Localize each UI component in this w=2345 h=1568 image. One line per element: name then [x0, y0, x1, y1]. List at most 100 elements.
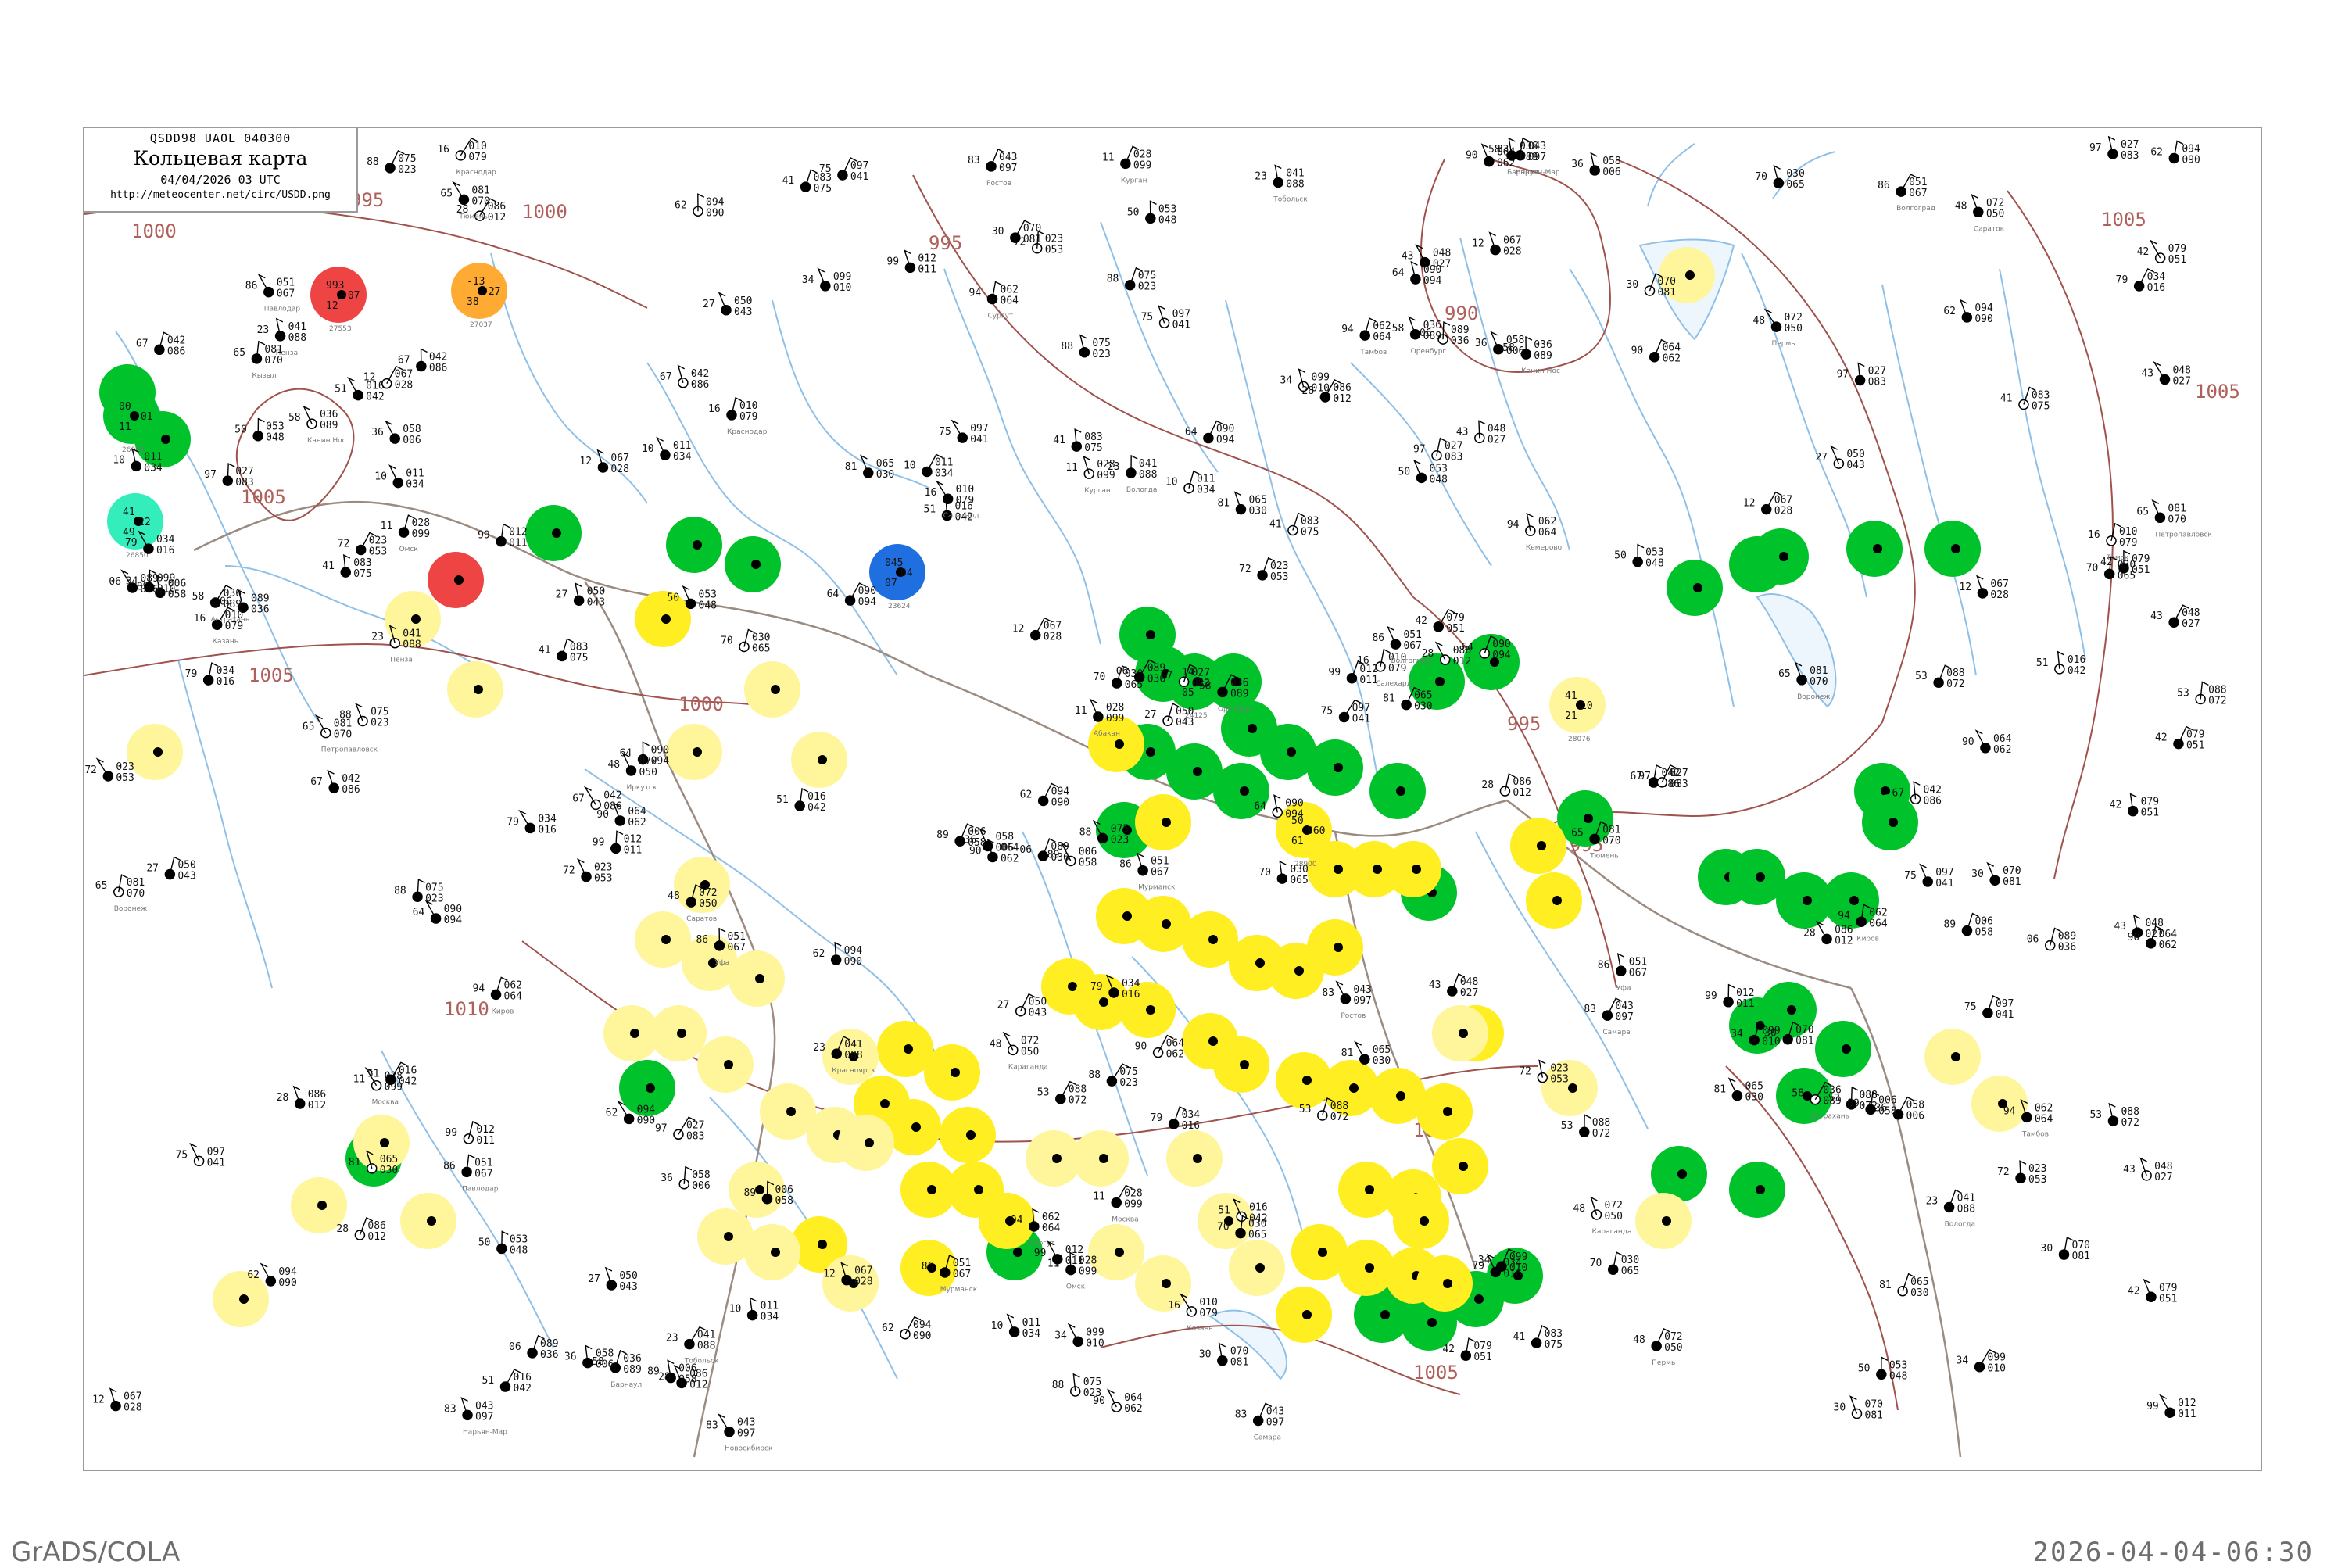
station-plot[interactable]: 051067 86 Павлодар [443, 1154, 499, 1193]
station-plot[interactable]: 050043 27 [588, 1266, 638, 1293]
station-plot[interactable]: 023053 72 [84, 757, 134, 784]
station-plot[interactable]: 027083 97 [204, 463, 254, 489]
station-plot[interactable]: 028099 11 Омск [381, 514, 430, 553]
station-plot[interactable]: 099010 34 [802, 267, 851, 294]
station-plot[interactable]: 097041 75 [1321, 699, 1370, 725]
station-plot[interactable]: 058006 36 [1571, 152, 1621, 178]
station-plot[interactable]: 023053 72 [1997, 1160, 2047, 1186]
station-plot[interactable]: 01604251 [335, 376, 385, 403]
station-plot[interactable]: 01201199 [1328, 660, 1378, 686]
station-plot[interactable]: 042086 67 [136, 331, 185, 357]
station-plot[interactable]: 070081 30 [1971, 861, 2021, 888]
station-plot[interactable]: 050043 27 [703, 292, 753, 318]
station-plot[interactable]: 050043 27 [146, 856, 196, 882]
station-plot[interactable]: 01201199 [478, 523, 528, 550]
station-plot[interactable]: 094090 62 [675, 193, 725, 219]
station-plot[interactable]: 064062 90 [1631, 338, 1681, 365]
station-plot[interactable]: 083075 41 [322, 553, 372, 580]
station-plot[interactable]: 036089 58 Оренбург [1392, 316, 1447, 356]
station-plot[interactable]: 043097 83 Самара [1235, 1402, 1284, 1442]
station-plot[interactable]: 075023 88 [1061, 334, 1111, 360]
station-plot[interactable]: 094090 62 [2150, 140, 2200, 166]
station-plot[interactable]: 062064 94 Кемерово [1507, 512, 1563, 552]
station-plot[interactable]: 050043 27 [556, 582, 605, 608]
station-plot[interactable]: 097041 75 [1141, 304, 1190, 331]
station-plot[interactable]: 01201199 [593, 830, 642, 856]
station-plot[interactable]: 081070 65 Петропавловск [2136, 499, 2212, 539]
station-plot[interactable]: 036089 58 Барнаул [1488, 137, 1538, 177]
station-plot[interactable]: 006058 89 [1847, 1091, 1897, 1117]
station-plot[interactable]: 011034 10 [642, 436, 692, 463]
station-plot[interactable]: 067028 12 [1472, 231, 1522, 258]
station-plot[interactable]: 079051 42 [1442, 1337, 1492, 1363]
station-plot[interactable]: 088072 53 [1037, 1080, 1087, 1107]
station-plot[interactable]: 01604251 [482, 1369, 532, 1394]
station-plot[interactable]: 075023 88 [1088, 1063, 1138, 1089]
station-plot[interactable]: 011034 10 [374, 464, 424, 491]
station-plot[interactable]: 090094 64 [827, 582, 877, 608]
station-plot[interactable]: 089036 06 [509, 1334, 559, 1361]
station-plot[interactable]: 097041 75 [1964, 995, 2014, 1021]
station-plot[interactable]: 079051 42 [2110, 793, 2159, 819]
station-plot[interactable]: 023053 72 [1239, 557, 1289, 583]
station-plot[interactable]: 030065 70 [1258, 860, 1309, 886]
station-plot[interactable]: 062064 94 Тамбов [1341, 317, 1391, 356]
station-plot[interactable]: 058006 36 [661, 1165, 711, 1192]
station-plot[interactable]: 058006 36 [564, 1344, 614, 1371]
station-plot[interactable]: 070081 30 [992, 220, 1041, 245]
station-plot[interactable]: 083075 41 [1053, 428, 1103, 454]
station-plot[interactable]: 043097 83 Самара [1584, 997, 1634, 1036]
station-plot[interactable]: 010079 16 Краснодар [437, 137, 496, 177]
station-plot[interactable]: 099010 34 [1957, 1348, 2006, 1375]
station-plot[interactable]: 070081 30 [1199, 1342, 1248, 1369]
station-plot[interactable]: 094090 62 [1943, 299, 1993, 325]
station-plot[interactable]: 067028 12 [1012, 617, 1062, 643]
station-plot[interactable]: 099010 34 [1054, 1323, 1104, 1349]
station-plot[interactable]: 097041 75 [939, 419, 989, 446]
station-plot[interactable]: 090094 64 [1392, 260, 1442, 287]
station-plot[interactable]: 067028 12 [1743, 491, 1792, 517]
station-plot[interactable]: 079051 42 [2155, 725, 2204, 752]
station-plot[interactable]: 01201199 [1705, 983, 1755, 1010]
station-plot[interactable]: 036089 58 Канин Нос [288, 405, 346, 445]
station-plot[interactable]: 011034 10 [729, 1297, 779, 1323]
station-plot[interactable]: 023053 72 [1519, 1059, 1569, 1086]
station-plot[interactable]: 050043 27 [997, 993, 1047, 1019]
station-plot[interactable]: 048027 43 [2141, 360, 2191, 387]
station-plot[interactable]: 048027 43 [1429, 973, 1478, 999]
station-plot[interactable]: 01201199 [886, 249, 936, 275]
station-plot[interactable]: 043097 83 Ростов [968, 148, 1018, 188]
station-plot[interactable]: 081070 65 Воронеж [95, 874, 147, 913]
station-plot[interactable]: 023053 72 [563, 857, 613, 885]
station-plot[interactable]: 01201199 [445, 1120, 495, 1147]
station-plot[interactable]: 034016 79 [1151, 1106, 1201, 1132]
station-plot[interactable]: 067028 12 [579, 449, 629, 475]
station-plot[interactable]: 072050 48 Иркутск [607, 752, 657, 792]
station-plot[interactable]: 01007916Казань [1168, 1293, 1218, 1333]
station-plot[interactable]: 028099 11 Курган [1102, 145, 1151, 184]
station-plot[interactable]: 01604251 [2036, 650, 2085, 677]
station-plot[interactable]: 01201199 [2146, 1394, 2196, 1420]
station-plot[interactable]: 089036 06 [2027, 927, 2076, 954]
station-plot[interactable]: 011034 10 [904, 453, 954, 479]
station-plot[interactable]: 065030 81 [1879, 1273, 1929, 1299]
station-plot[interactable]: 083075 41 [1269, 512, 1319, 538]
station-plot[interactable]: 094090 62 [813, 941, 863, 968]
station-plot[interactable]: 028099 11 Москва [1093, 1184, 1143, 1224]
station-plot[interactable]: 034016 79 [185, 662, 235, 688]
station-plot[interactable]: 053048 50 [1614, 543, 1664, 570]
station-plot[interactable]: 028099 11 Абакан [1075, 698, 1124, 738]
station-plot[interactable]: 011034 10 [1165, 470, 1215, 496]
station-plot[interactable]: 086012 28 [336, 1217, 386, 1243]
station-plot[interactable]: 027083 97 [655, 1116, 704, 1142]
station-plot[interactable]: 094090 62 [882, 1316, 932, 1342]
station-plot[interactable]: 051067 86 Павлодар [245, 274, 301, 313]
station-plot[interactable]: 065030 81 [845, 454, 894, 481]
station-plot[interactable]: 048027 43 [2123, 1157, 2173, 1183]
station-plot[interactable]: 030065 70 [721, 628, 771, 654]
station-plot[interactable]: 051067 86 Уфа [1598, 953, 1647, 992]
station-plot[interactable]: 01007916Казань [194, 607, 243, 646]
station-plot[interactable]: 064062 90 [1135, 1034, 1185, 1061]
station-plot[interactable]: 065030 81 [1217, 491, 1267, 517]
station-plot[interactable]: 01604251 [776, 787, 826, 814]
